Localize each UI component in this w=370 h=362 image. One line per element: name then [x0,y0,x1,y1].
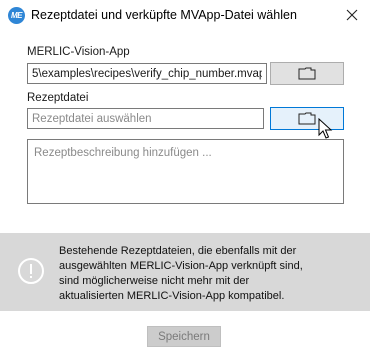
title-bar: ME Rezeptdatei und verküpfte MVApp-Datei… [0,0,370,32]
mvapp-browse-button[interactable] [270,62,344,85]
recipe-file-input[interactable] [27,108,264,129]
mouse-cursor-icon [318,118,333,139]
window-title: Rezeptdatei und verküpfte MVApp-Datei wä… [31,8,297,22]
recipe-description-input[interactable] [27,139,344,204]
recipe-label: Rezeptdatei [27,92,89,104]
dialog-footer: Speichern [0,311,370,362]
folder-icon [298,67,316,80]
info-icon [18,258,44,284]
warning-message: Bestehende Rezeptdateien, die ebenfalls … [59,244,359,304]
close-button[interactable] [340,4,364,26]
close-icon [346,9,358,21]
warning-line: aktualisierten MERLIC-Vision-App kompati… [59,290,285,302]
mvapp-label: MERLIC-Vision-App [27,46,130,58]
warning-line: sind möglicherweise nicht mehr mit der [59,275,250,287]
save-button[interactable]: Speichern [147,326,221,347]
warning-line: Bestehende Rezeptdateien, die ebenfalls … [59,245,297,257]
merlic-logo-icon: ME [8,7,25,24]
warning-line: ausgewählten MERLIC-Vision-App verknüpft… [59,260,303,272]
warning-panel: Bestehende Rezeptdateien, die ebenfalls … [0,233,370,311]
mvapp-path-input[interactable] [27,63,267,84]
folder-icon [298,112,316,125]
